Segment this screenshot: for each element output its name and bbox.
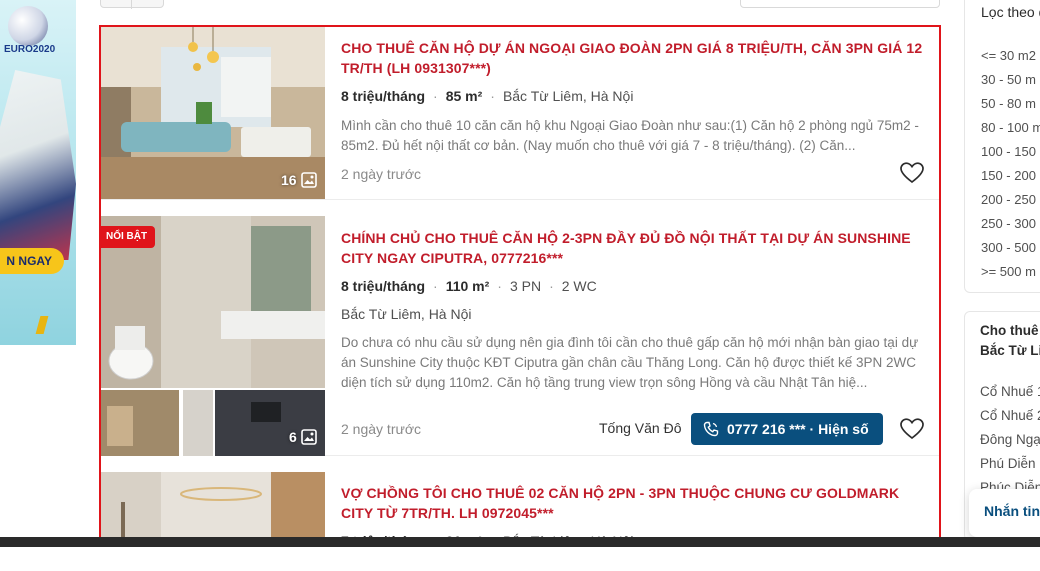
bottom-bar [0,537,1040,547]
show-phone-label: 0777 216 *** · Hiện số [727,421,869,437]
listing-title[interactable]: CHO THUÊ CĂN HỘ DỰ ÁN NGOẠI GIAO ĐOÀN 2P… [341,38,927,78]
listing-meta: 8 triệu/tháng · 85 m² · Bắc Từ Liêm, Hà … [341,88,634,104]
football-icon [8,6,48,46]
listing-results: 16 CHO THUÊ CĂN HỘ DỰ ÁN NGOẠI GIAO ĐOÀN… [99,25,941,546]
phone-icon [703,421,719,437]
listing-title[interactable]: VỢ CHỒNG TÔI CHO THUÊ 02 CĂN HỘ 2PN - 3P… [341,483,927,523]
ward-link-list: Cổ Nhuế 1 Cổ Nhuế 2 Đông Ngạ Phú Diễn Ph… [980,382,1040,502]
filter-option[interactable]: 150 - 200 [981,166,1040,190]
area-filter-panel: Lọc theo d <= 30 m2 30 - 50 m 50 - 80 m … [964,0,1040,293]
listing-location: Bắc Từ Liêm, Hà Nội [341,306,472,322]
area-filter-list: <= 30 m2 30 - 50 m 50 - 80 m 80 - 100 m … [981,46,1040,286]
image-icon [300,429,317,445]
ad-euro-text: EURO2020 [4,44,56,55]
ward-panel-title-line1: Cho thuê c [980,323,1040,338]
listing-posted-time: 2 ngày trước [341,166,422,182]
filter-title: Lọc theo d [981,4,1040,20]
listing-title[interactable]: CHÍNH CHỦ CHO THUÊ CĂN HỘ 2-3PN ĐẦY ĐỦ Đ… [341,228,927,268]
listing-card[interactable]: VỢ CHỒNG TÔI CHO THUÊ 02 CĂN HỘ 2PN - 3P… [101,472,939,544]
photo-count: 16 [281,172,317,188]
listing-photo[interactable] [101,472,325,544]
photo-count-value: 6 [289,429,297,445]
bathroom-image [101,216,325,456]
ward-panel-title-line2: Bắc Từ Liê [980,343,1040,358]
filter-option[interactable]: 100 - 150 [981,142,1040,166]
ad-logo-mark [35,316,49,334]
listing-area: 110 m² [445,278,490,294]
chat-label: Nhắn tin [984,503,1040,519]
save-heart-icon[interactable] [899,417,925,441]
listing-price: 8 triệu/tháng [341,278,426,294]
filter-option[interactable]: 30 - 50 m [981,70,1040,94]
listing-description: Do chưa có nhu cầu sử dụng nên gia đình … [341,335,919,390]
listing-description: Mình cần cho thuê 10 căn căn hộ khu Ngoạ… [341,118,919,153]
ward-link[interactable]: Đông Ngạ [980,430,1040,454]
goldmark-apartment-image [101,472,325,544]
ad-cta-button[interactable]: N NGAY [0,248,64,274]
view-toggle-buttons[interactable] [100,0,164,9]
photo-count-value: 16 [281,172,297,188]
featured-badge: NỔI BẬT [101,226,156,248]
listing-area: 85 m² [445,88,483,104]
euro2020-ad-banner[interactable]: EURO2020 N NGAY [0,0,76,345]
chat-widget[interactable]: Nhắn tin [969,489,1040,537]
listing-bedrooms: 3 PN [509,278,542,294]
filter-option[interactable]: 50 - 80 m [981,94,1040,118]
listing-price: 8 triệu/tháng [341,88,426,104]
show-phone-button[interactable]: 0777 216 *** · Hiện số [691,413,883,445]
filter-option[interactable]: 250 - 300 [981,214,1040,238]
ward-link[interactable]: Cổ Nhuế 2 [980,406,1040,430]
image-icon [300,172,317,188]
ward-panel-title: Cho thuê c Bắc Từ Liê [980,321,1040,361]
listing-card[interactable]: NỔI BẬT 6 CHÍNH CHỦ CHO THUÊ CĂN HỘ 2-3P… [101,216,939,456]
ward-link[interactable]: Phú Diễn [980,454,1040,478]
filter-option[interactable]: 300 - 500 [981,238,1040,262]
filter-option[interactable]: <= 30 m2 [981,46,1040,70]
ad-player-image [0,70,76,260]
filter-option[interactable]: >= 500 m [981,262,1040,286]
listing-bathrooms: 2 WC [561,278,597,294]
listing-meta: 8 triệu/tháng · 110 m² · 3 PN · 2 WC [341,278,597,294]
ward-link[interactable]: Cổ Nhuế 1 [980,382,1040,406]
listing-card[interactable]: 16 CHO THUÊ CĂN HỘ DỰ ÁN NGOẠI GIAO ĐOÀN… [101,27,939,200]
listing-location: Bắc Từ Liêm, Hà Nội [502,88,634,104]
save-heart-icon[interactable] [899,161,925,185]
filter-option[interactable]: 80 - 100 m [981,118,1040,142]
filter-option[interactable]: 200 - 250 [981,190,1040,214]
poster-name[interactable]: Tống Văn Đô [599,418,682,438]
listing-posted-time: 2 ngày trước [341,421,422,437]
listing-photo-gallery[interactable]: 6 [101,216,325,456]
listing-photo[interactable]: 16 [101,27,325,199]
sort-select[interactable] [740,0,940,8]
photo-count: 6 [289,429,317,445]
